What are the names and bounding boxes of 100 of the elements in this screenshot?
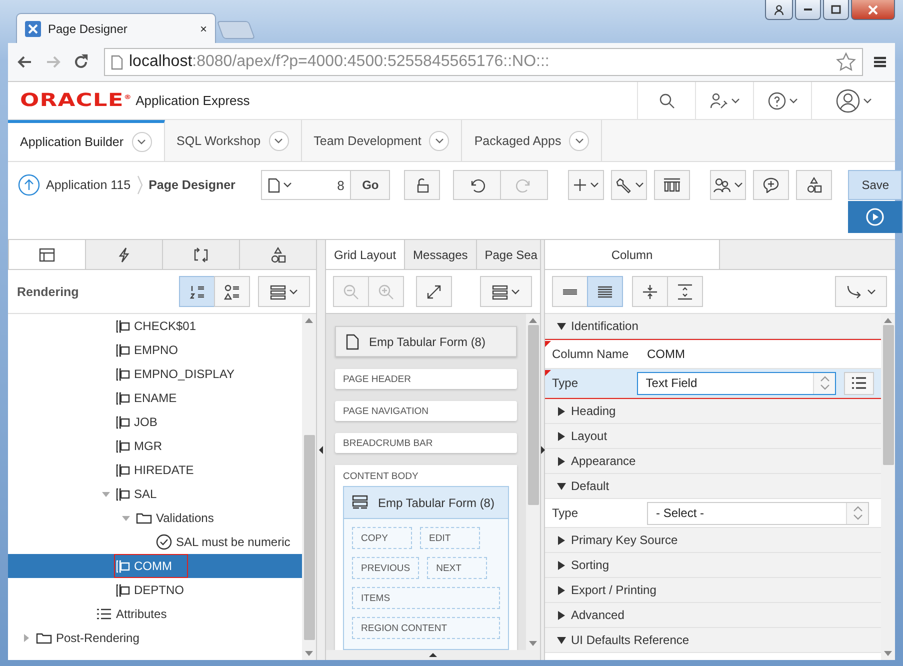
position-slot[interactable]: PREVIOUS: [352, 557, 420, 579]
property-group-header[interactable]: UI Defaults Reference: [545, 628, 881, 653]
region-card[interactable]: BREADCRUMB BAR: [335, 433, 517, 453]
panel-tab[interactable]: Grid Layout: [326, 240, 406, 269]
collapse-right-handle[interactable]: [540, 240, 545, 660]
property-group-header[interactable]: Heading: [545, 399, 881, 424]
zoom-in-icon: [378, 284, 394, 300]
page-number-field[interactable]: 8: [261, 170, 352, 200]
select-field[interactable]: Text Field: [636, 372, 836, 394]
region-card[interactable]: PAGE HEADER: [335, 369, 517, 389]
column-icon: [116, 344, 130, 356]
go-to-group-button[interactable]: [835, 276, 887, 307]
region-title: Emp Tabular Form (8): [378, 496, 494, 510]
view-toggle-button[interactable]: [214, 276, 250, 307]
scroll-up-icon: [305, 318, 313, 323]
position-slot[interactable]: REGION CONTENT: [352, 617, 500, 639]
updown-icon: [820, 376, 830, 390]
caret-icon: [867, 288, 876, 294]
column-icon: [116, 440, 130, 452]
collapse-bottom-handle[interactable]: [326, 650, 540, 660]
column-icon: [116, 320, 130, 332]
select-field[interactable]: - Select -: [647, 502, 869, 524]
position-slot[interactable]: ITEMS: [352, 587, 500, 609]
team-button[interactable]: [710, 170, 746, 200]
breadcrumb-link[interactable]: Application 115: [46, 178, 131, 192]
collapse-all-button[interactable]: [632, 276, 668, 307]
collapse-left-handle[interactable]: [316, 240, 326, 660]
region-card[interactable]: PAGE NAVIGATION: [335, 401, 517, 421]
region-block[interactable]: Emp Tabular Form (8) COPY EDIT PREVIOUS NEXT ITEMS REGION CONTENT: [343, 486, 509, 650]
property-group-header[interactable]: Default: [545, 474, 881, 499]
tree-item[interactable]: CHECK$01: [8, 314, 302, 338]
panel-tab[interactable]: Column: [545, 240, 720, 269]
property-group-header[interactable]: Identification: [545, 314, 881, 339]
updown-icon: [852, 506, 862, 520]
position-slot[interactable]: NEXT: [427, 557, 488, 579]
tree-item[interactable]: SAL: [8, 482, 302, 506]
property-group-header[interactable]: Export / Printing: [545, 578, 881, 603]
position-slot[interactable]: EDIT: [420, 527, 480, 549]
property-group-header[interactable]: Advanced: [545, 603, 881, 628]
run-button[interactable]: [848, 201, 902, 233]
tree-item[interactable]: ENAME: [8, 386, 302, 410]
scrollbar[interactable]: [526, 314, 540, 650]
browser-tab[interactable]: Page Designer ×: [16, 13, 216, 43]
content-body-card[interactable]: CONTENT BODY Emp Tabular Form (8) COPY EDIT PREVIOUS NEXT ITEMS REGION CONTENT: [335, 465, 517, 650]
view-toggle-button[interactable]: [179, 276, 215, 307]
collapsed-icon: [557, 406, 566, 416]
address-field[interactable]: localhost:8080/apex/f?p=4000:4500:5255845565176::NO:::: [104, 48, 863, 76]
scrollbar[interactable]: [302, 314, 316, 660]
exchange-icon: [192, 246, 210, 264]
caret-icon: [730, 98, 740, 104]
shared-components-button[interactable]: [796, 170, 832, 200]
tree-item[interactable]: EMPNO_DISPLAY: [8, 362, 302, 386]
tree-item[interactable]: JOB: [8, 410, 302, 434]
chevron-icon-svg: [137, 139, 146, 145]
reload-button[interactable]: [72, 53, 90, 71]
tree-item[interactable]: Validations: [8, 506, 302, 530]
property-group-header[interactable]: Appearance: [545, 449, 881, 474]
tree-item[interactable]: Post-Rendering: [8, 626, 302, 650]
density-button[interactable]: [587, 276, 623, 307]
expand-all-button[interactable]: [667, 276, 703, 307]
list-icon: [851, 376, 867, 390]
tree-item[interactable]: SAL must be numeric: [8, 530, 302, 554]
tree-item[interactable]: COMM: [8, 554, 302, 578]
scrollbar[interactable]: [881, 314, 895, 660]
property-group-header[interactable]: Primary Key Source: [545, 528, 881, 553]
chevron-icon-svg: [434, 138, 444, 144]
property-group-header[interactable]: Layout: [545, 424, 881, 449]
tree-item[interactable]: MGR: [8, 434, 302, 458]
maximize-button[interactable]: [823, 0, 849, 20]
nav-tab[interactable]: Application Builder: [8, 120, 165, 161]
expand-button[interactable]: [416, 276, 452, 307]
validation-icon: [156, 534, 172, 550]
panel-tab[interactable]: [239, 240, 316, 269]
list-button[interactable]: [844, 372, 874, 394]
lock-button[interactable]: [404, 170, 440, 200]
undo-button[interactable]: [453, 170, 502, 200]
grid-button[interactable]: [654, 170, 690, 200]
tree-item[interactable]: EMPNO: [8, 338, 302, 362]
close-button[interactable]: [851, 0, 895, 20]
position-slot[interactable]: COPY: [352, 527, 412, 549]
page-card[interactable]: Emp Tabular Form (8): [335, 326, 517, 357]
go-button[interactable]: Go: [350, 170, 390, 200]
page-icon: [346, 334, 359, 350]
tree-item[interactable]: DEPTNO: [8, 578, 302, 602]
minimize-button[interactable]: [795, 0, 821, 20]
expanded-icon: [557, 322, 566, 330]
utilities-button[interactable]: [611, 170, 648, 200]
property-group-header[interactable]: Sorting: [545, 553, 881, 578]
user-button[interactable]: [765, 0, 793, 20]
density-button[interactable]: [552, 276, 588, 307]
comment-button[interactable]: [753, 170, 790, 200]
tree-item[interactable]: Attributes: [8, 602, 302, 626]
scroll-up-icon: [884, 318, 892, 323]
save-button[interactable]: Save: [848, 170, 902, 200]
close-tab-button[interactable]: ×: [200, 22, 207, 36]
tree-item[interactable]: HIREDATE: [8, 458, 302, 482]
menu-button[interactable]: [258, 276, 310, 307]
stack-icon: [492, 284, 508, 300]
add-button[interactable]: [568, 170, 604, 200]
menu-button[interactable]: [480, 276, 532, 307]
